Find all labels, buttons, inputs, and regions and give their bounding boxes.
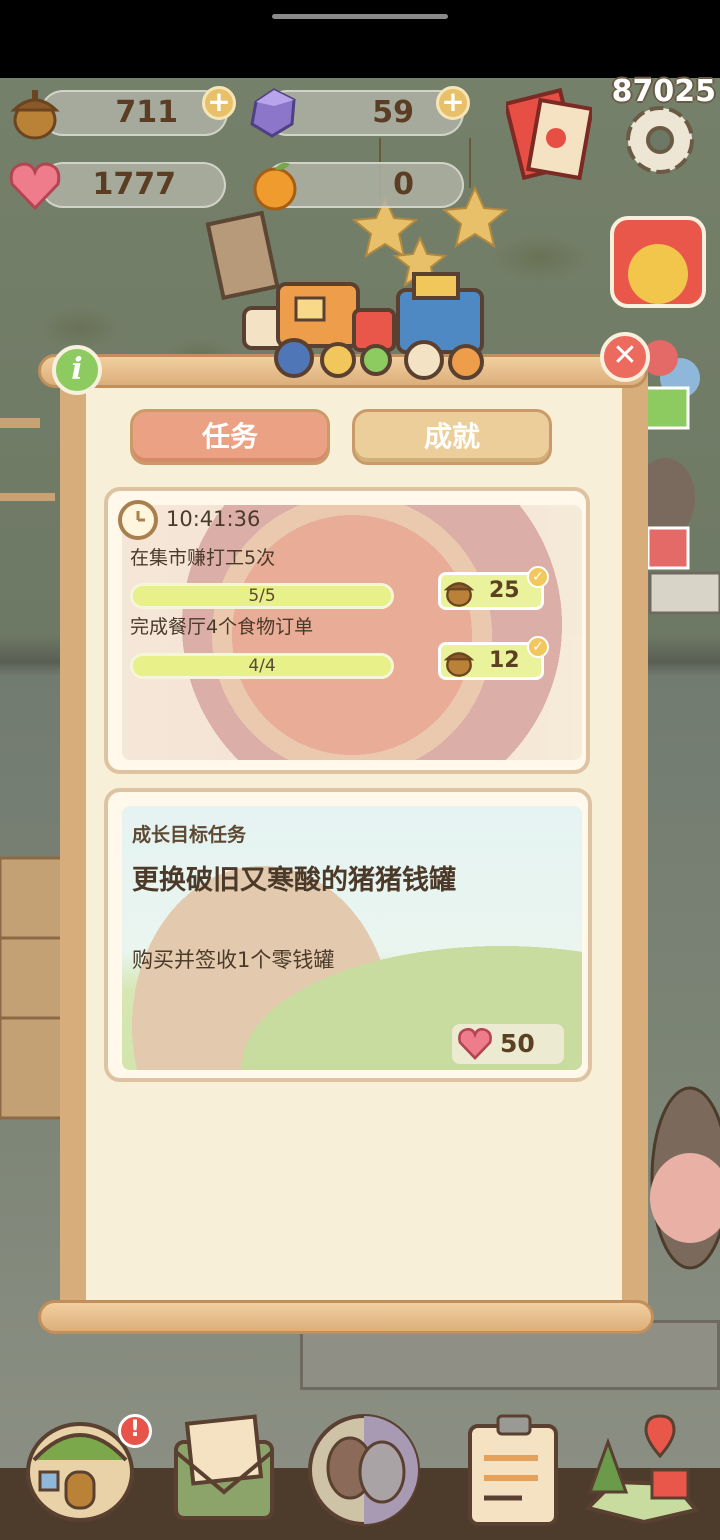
- claimed-check-icon: ✓: [527, 636, 549, 658]
- acorn-icon: [10, 90, 60, 140]
- claimed-check-icon: ✓: [527, 566, 549, 588]
- add-gems-button[interactable]: +: [436, 86, 470, 120]
- info-button[interactable]: i: [52, 345, 102, 395]
- gesture-pill: [272, 14, 448, 19]
- acorn-icon: [443, 582, 475, 607]
- task-progress-bar: 4/4: [130, 653, 394, 679]
- acorn-icon: [443, 652, 475, 677]
- gem-icon: [250, 88, 296, 138]
- home-alert-badge: !: [118, 1414, 152, 1448]
- status-bar: [0, 0, 720, 78]
- mail-nav-icon[interactable]: [166, 1412, 282, 1528]
- scroll-bottom-roll: [38, 1300, 654, 1334]
- calendar-gift-icon[interactable]: [506, 86, 592, 186]
- progress-label: 5/5: [248, 586, 276, 606]
- task-timer: 10:41:36: [166, 507, 261, 531]
- orange-icon: [253, 162, 297, 211]
- close-button[interactable]: ✕: [600, 332, 650, 382]
- map-nav-icon[interactable]: [584, 1412, 700, 1528]
- toy-train-icon: [242, 272, 484, 380]
- heart-gem-icon: [9, 162, 61, 211]
- growth-task-description: 购买并签收1个零钱罐: [132, 948, 335, 972]
- heart-counter: 1777: [40, 162, 226, 208]
- growth-task-title: 更换破旧又寒酸的猪猪钱罐: [132, 865, 456, 896]
- tab-achievements[interactable]: 成就: [352, 409, 552, 465]
- settings-gear-icon[interactable]: [614, 98, 706, 178]
- acorn-counter: 711: [40, 90, 228, 136]
- growth-task-tag: 成长目标任务: [132, 824, 247, 846]
- tab-tasks[interactable]: 任务: [130, 409, 330, 465]
- card-collection-nav-icon[interactable]: [306, 1412, 422, 1528]
- task-clipboard-nav-icon[interactable]: [458, 1412, 574, 1528]
- clock-icon: [118, 500, 158, 540]
- add-acorns-button[interactable]: +: [202, 86, 236, 120]
- task-description: 在集市赚打工5次: [130, 547, 276, 569]
- heart-gem-icon: [458, 1027, 492, 1060]
- task-description: 完成餐厅4个食物订单: [130, 616, 314, 638]
- task-progress-bar: 5/5: [130, 583, 394, 609]
- progress-label: 4/4: [248, 656, 276, 676]
